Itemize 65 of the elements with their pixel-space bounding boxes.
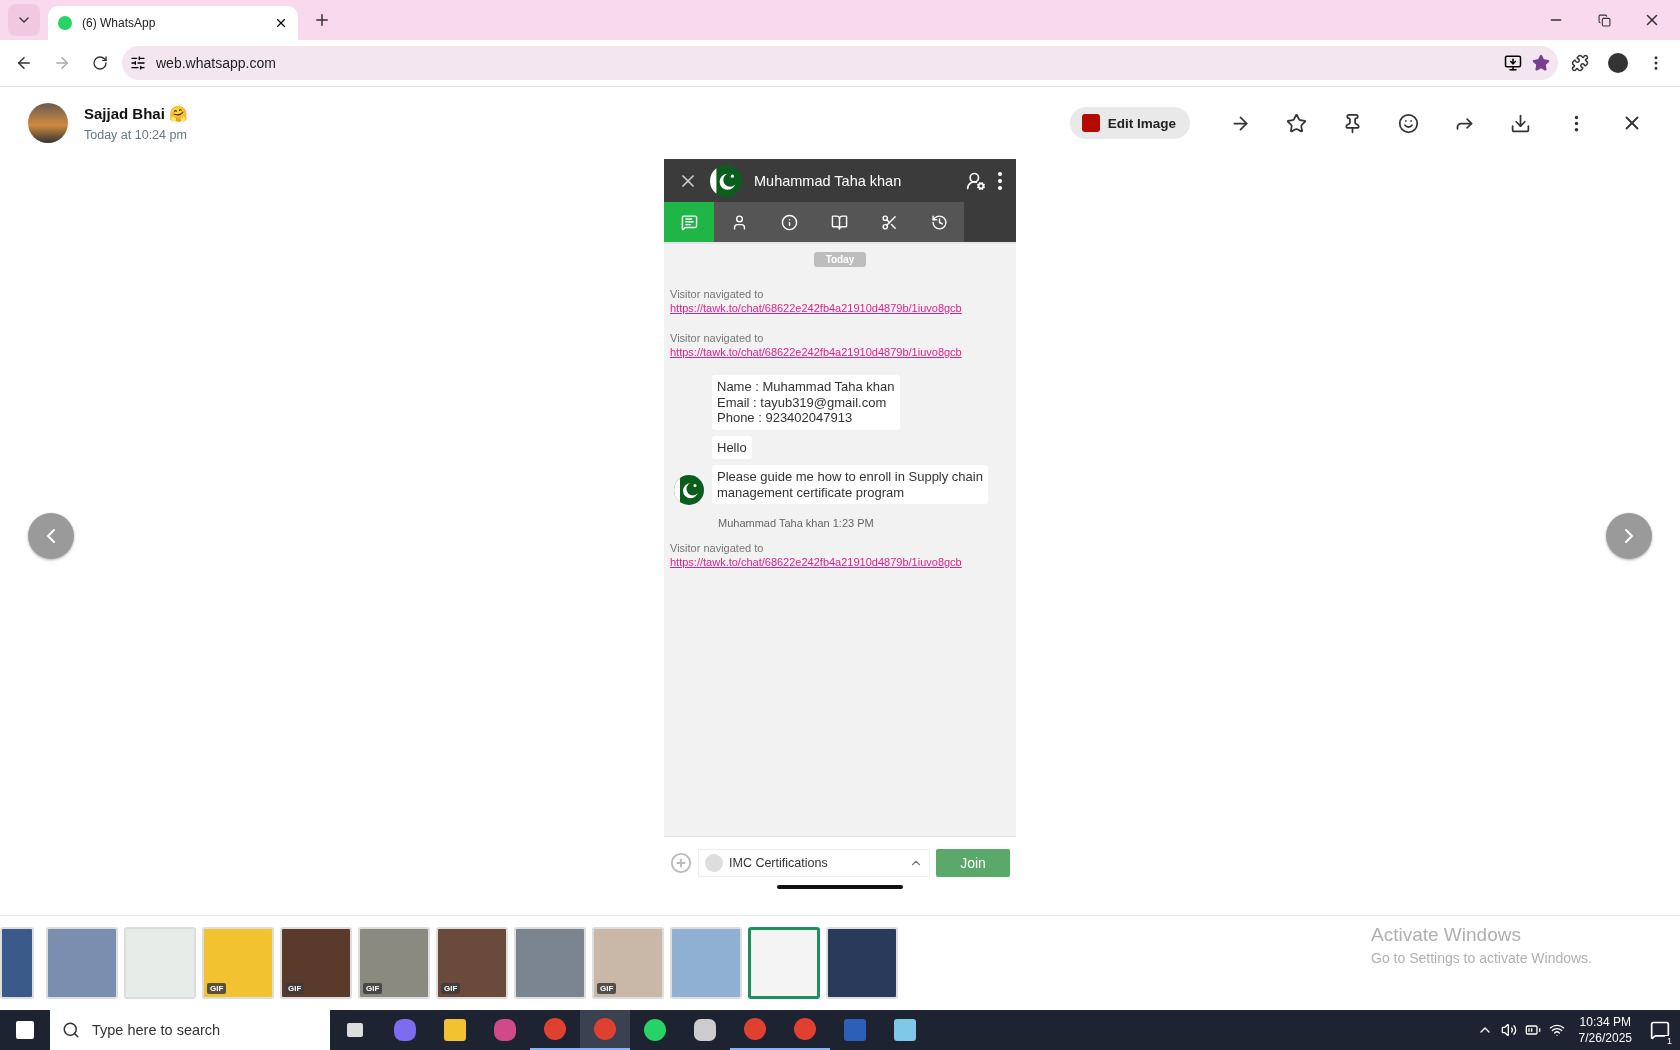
navigation-message: Visitor navigated to: [670, 331, 765, 345]
puzzle-icon[interactable]: [1571, 54, 1589, 72]
media-thumbnail[interactable]: GIF: [358, 927, 430, 999]
scissors-icon: [880, 213, 898, 231]
person-tab[interactable]: [714, 202, 764, 242]
sent-time: Today at 10:24 pm: [84, 127, 188, 142]
message-bubble: Hello: [712, 435, 752, 459]
gif-badge: GIF: [285, 983, 305, 994]
close-icon[interactable]: [274, 16, 288, 30]
tab-search-button[interactable]: [8, 4, 40, 36]
gif-badge: GIF: [363, 983, 383, 994]
plus-icon[interactable]: [313, 11, 331, 29]
sender-name: Sajjad Bhai 🤗: [84, 104, 189, 123]
activation-title: Activate Windows: [1371, 924, 1522, 946]
profile-avatar[interactable]: [1608, 53, 1628, 73]
history-icon: [930, 213, 948, 231]
battery-icon[interactable]: [1524, 1022, 1541, 1038]
media-thumbnail[interactable]: [748, 927, 820, 999]
browser-tab[interactable]: (6) WhatsApp: [48, 6, 298, 40]
chat-link[interactable]: https://tawk.to/chat/68622e242fb4a21910d4879b/1iuvo8gcb: [670, 345, 962, 359]
navigation-message: Visitor navigated to: [670, 541, 765, 555]
message-bubble: Please guide me how to enroll in Supply chain management certificate program: [712, 465, 988, 504]
navigation-message: Visitor navigated to: [670, 287, 765, 301]
chat-link[interactable]: https://tawk.to/chat/68622e242fb4a21910d4879b/1iuvo8gcb: [670, 301, 962, 315]
emoji-icon[interactable]: [1397, 112, 1419, 134]
user-sync-icon: [966, 170, 986, 191]
add-icon: [670, 852, 692, 874]
reload-icon[interactable]: [92, 55, 108, 71]
message-bubble: Name : Muhammad Taha khan Email : tayub319@gmail.com Phone : 923402047913: [712, 375, 900, 430]
install-icon[interactable]: [1504, 54, 1522, 72]
search-icon: [62, 1021, 80, 1039]
media-thumbnail[interactable]: GIF: [592, 927, 664, 999]
media-thumbnail[interactable]: GIF: [436, 927, 508, 999]
site-settings-icon[interactable]: [130, 55, 146, 71]
message-meta: Muhammad Taha khan 1:23 PM: [717, 517, 875, 529]
info-icon: [780, 213, 798, 231]
media-thumbnail[interactable]: GIF: [202, 927, 274, 999]
volume-icon[interactable]: [1500, 1022, 1517, 1038]
network-icon[interactable]: [1548, 1022, 1565, 1038]
notification-icon: [1650, 1020, 1670, 1040]
restore-icon[interactable]: [1597, 13, 1611, 27]
gif-badge: GIF: [597, 983, 617, 994]
contact-name: Muhammad Taha khan: [754, 172, 903, 189]
gif-badge: GIF: [207, 983, 227, 994]
info-dot-icon: [705, 854, 723, 872]
media-thumbnail[interactable]: GIF: [280, 927, 352, 999]
bookmark-star-icon[interactable]: [1532, 54, 1550, 72]
more-icon: [998, 171, 1002, 190]
flag-avatar-icon: [710, 164, 742, 197]
taskbar-clock[interactable]: 10:34 PM 7/26/2025: [1570, 1014, 1640, 1046]
activation-subtitle: Go to Settings to activate Windows.: [1371, 950, 1592, 966]
photo-placeholder: [28, 103, 68, 143]
star-icon[interactable]: [1285, 112, 1307, 134]
edit-image-button[interactable]: Edit Image: [1069, 107, 1190, 139]
book-icon: [830, 213, 848, 231]
download-icon[interactable]: [1509, 112, 1531, 134]
previous-button[interactable]: [28, 513, 74, 559]
history-tab[interactable]: [914, 202, 964, 242]
taskbar-search-field[interactable]: Type here to search: [50, 1010, 330, 1050]
date-label: Today: [813, 252, 867, 267]
chat-link[interactable]: https://tawk.to/chat/68622e242fb4a21910d4879b/1iuvo8gcb: [670, 555, 962, 569]
chat-tab[interactable]: [664, 202, 714, 242]
next-button[interactable]: [1606, 513, 1652, 559]
gif-badge: GIF: [441, 983, 461, 994]
back-icon[interactable]: [15, 54, 33, 72]
